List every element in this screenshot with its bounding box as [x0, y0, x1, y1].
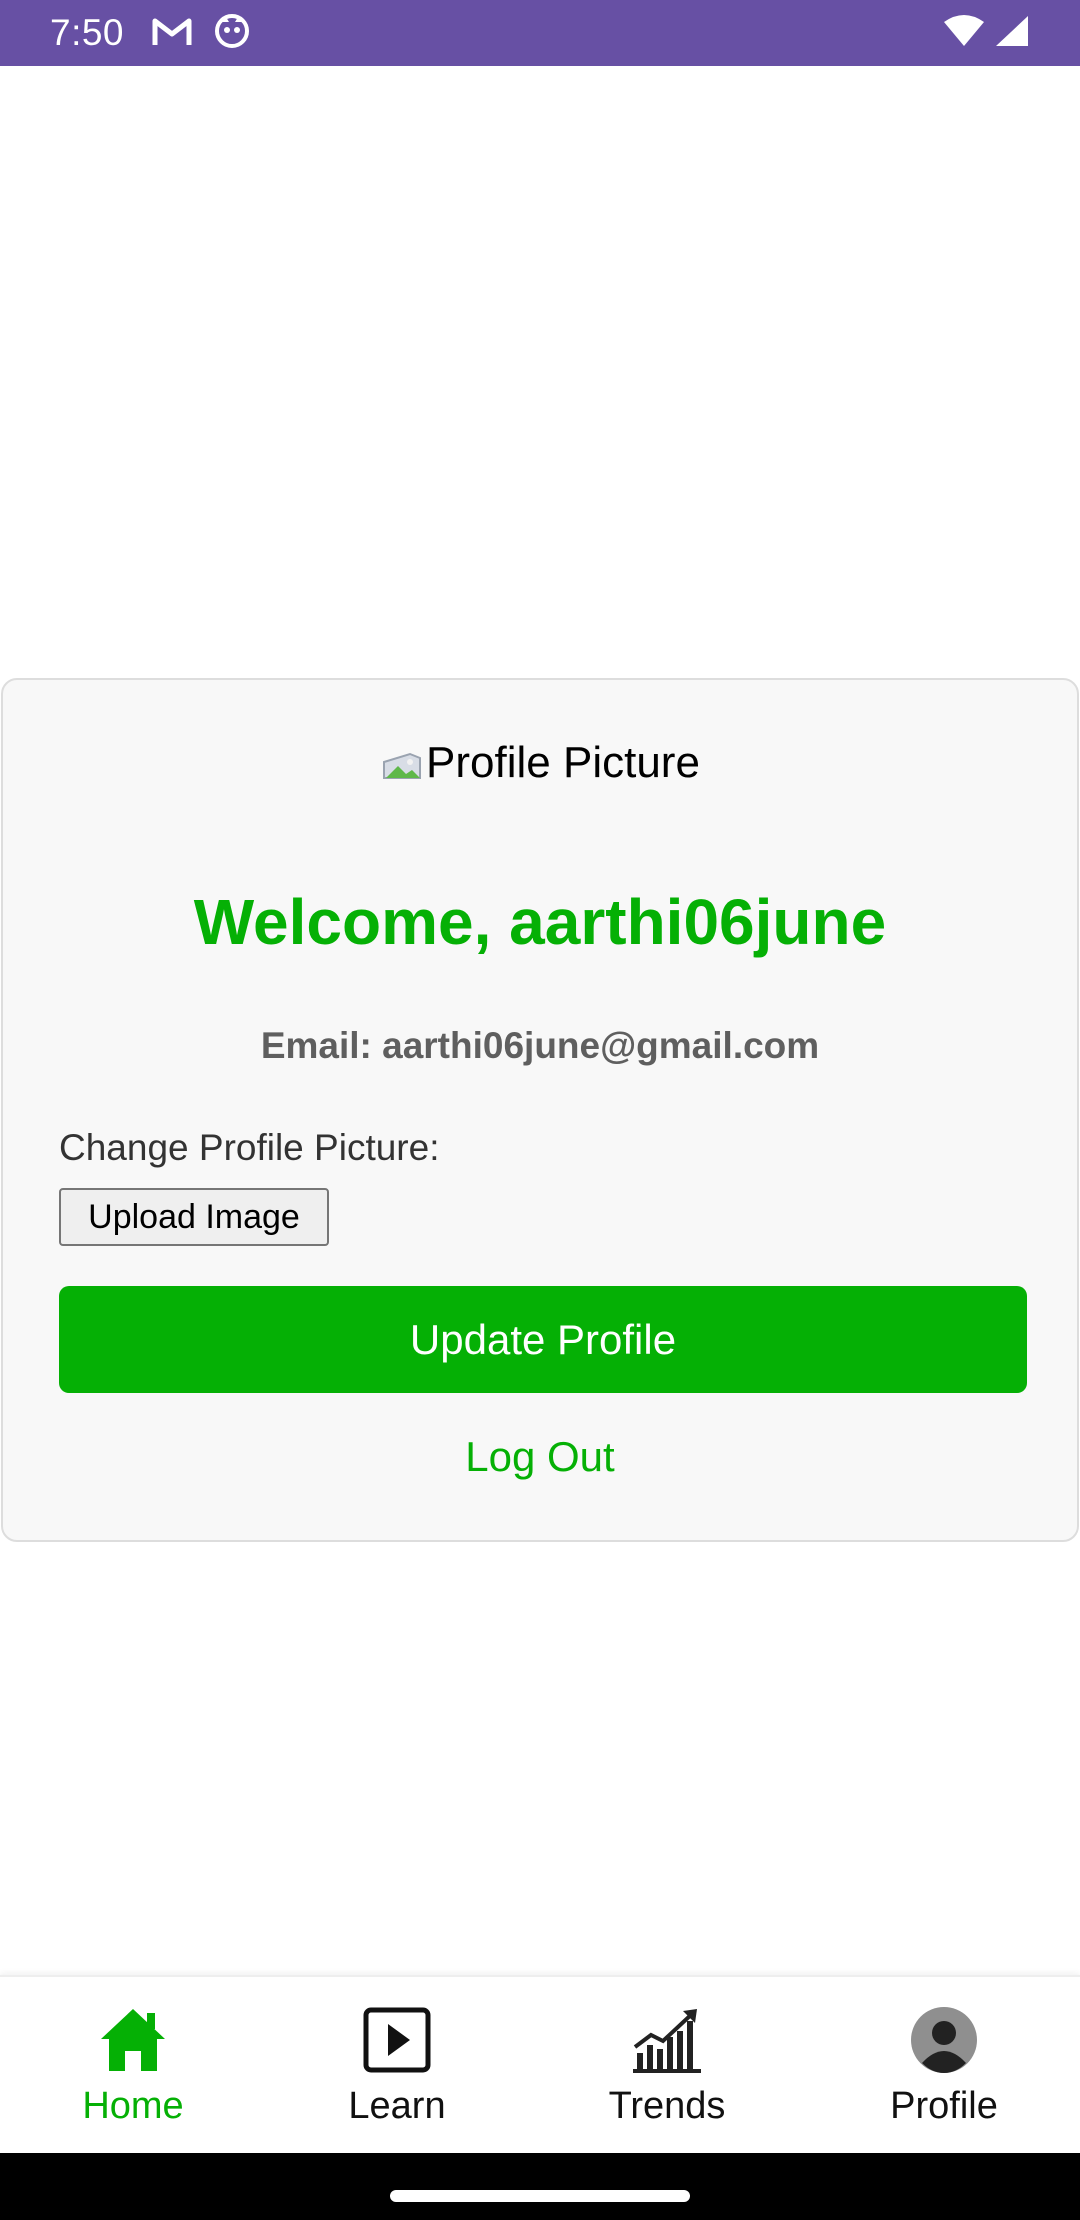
- status-bar: 7:50: [0, 0, 1080, 66]
- nav-item-learn[interactable]: Learn: [322, 1977, 472, 2155]
- profile-picture-alt-text: Profile Picture: [426, 738, 700, 787]
- status-left-icons: [152, 13, 250, 54]
- nav-label-learn: Learn: [348, 2085, 446, 2127]
- gmail-icon: [152, 15, 192, 52]
- status-time: 7:50: [50, 12, 125, 53]
- trend-chart-icon: [632, 2005, 702, 2075]
- update-profile-button[interactable]: Update Profile: [59, 1286, 1027, 1393]
- nav-item-home[interactable]: Home: [58, 1977, 208, 2155]
- home-gesture-handle[interactable]: [390, 2190, 690, 2202]
- change-profile-picture-label: Change Profile Picture:: [59, 1127, 440, 1168]
- upload-image-button[interactable]: Upload Image: [59, 1188, 329, 1246]
- home-icon: [98, 2005, 168, 2075]
- profile-picture: Profile Picture: [3, 738, 1077, 788]
- welcome-heading: Welcome, aarthi06june: [193, 886, 887, 958]
- user-avatar-icon: [909, 2005, 979, 2075]
- status-right-icons: [942, 14, 1030, 53]
- play-icon: [362, 2005, 432, 2075]
- cellular-signal-icon: [994, 14, 1030, 53]
- logout-link[interactable]: Log Out: [3, 1433, 1077, 1481]
- system-gesture-bar: [0, 2153, 1080, 2220]
- bottom-navigation: Home Learn Trends Profile: [0, 1975, 1080, 2153]
- nav-label-home: Home: [82, 2085, 184, 2127]
- nav-label-profile: Profile: [890, 2085, 998, 2127]
- email-text: Email: aarthi06june@gmail.com: [260, 1025, 820, 1066]
- app-notification-icon: [214, 13, 250, 54]
- broken-image-icon: [380, 745, 424, 781]
- profile-card: Profile Picture Welcome, aarthi06june Em…: [1, 678, 1079, 1542]
- nav-item-profile[interactable]: Profile: [869, 1977, 1019, 2155]
- wifi-icon: [942, 14, 986, 53]
- nav-label-trends: Trends: [608, 2085, 726, 2127]
- nav-item-trends[interactable]: Trends: [592, 1977, 742, 2155]
